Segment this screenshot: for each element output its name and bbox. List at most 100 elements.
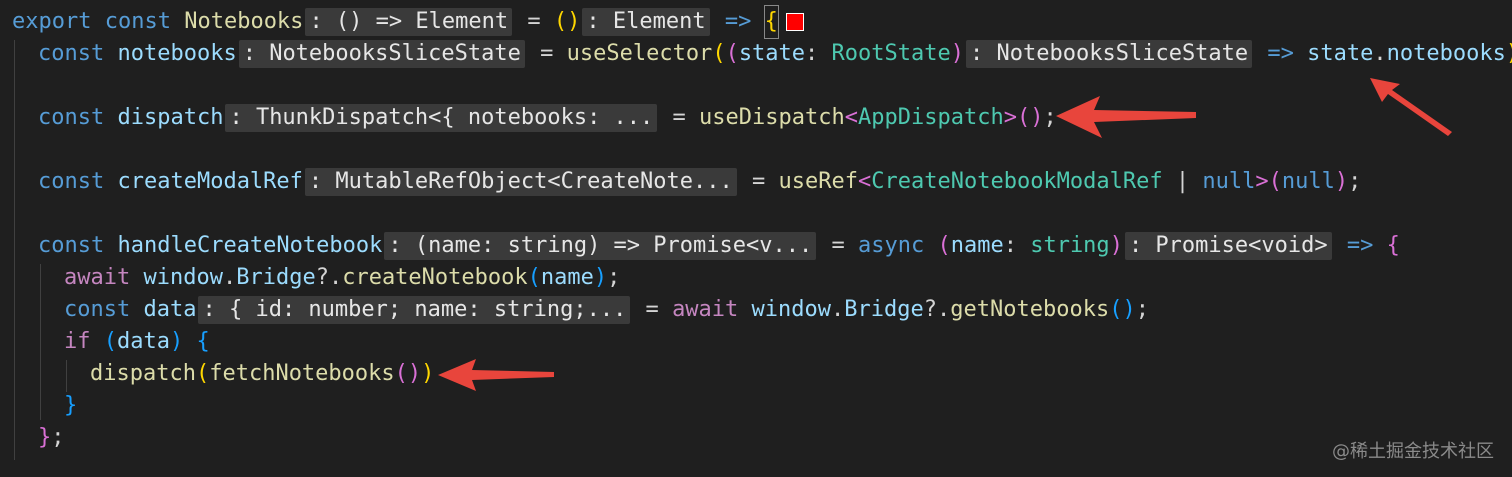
code-line-4[interactable]: const createModalRef : MutableRefObject<… [38,166,1361,198]
keyword: const [38,233,105,258]
semicolon: ; [1348,169,1362,194]
code-line-9[interactable]: dispatch ( fetchNotebooks () ) [90,358,434,390]
keyword: const [38,105,105,130]
semicolon: ; [607,265,621,290]
optional-chain: ?. [923,297,951,322]
dot: . [831,297,845,322]
function-call: useSelector [566,41,713,66]
code-line-3[interactable]: const dispatch : ThunkDispatch<{ noteboo… [38,102,1057,134]
paren: () [1109,297,1136,322]
inlay-type-hint: : Element [582,8,710,36]
brace: { [196,329,210,354]
inlay-type-hint: : NotebooksSliceState [966,40,1253,68]
code-line-5[interactable]: const handleCreateNotebook : (name: stri… [38,230,1400,262]
angle-bracket: < [844,105,858,130]
argument: name [540,265,594,290]
inlay-type-hint: : ThunkDispatch<{ notebooks: ... [225,104,658,132]
property: Bridge [844,297,924,322]
identifier: Notebooks [184,9,304,34]
identifier: dispatch [117,105,224,130]
keyword: const [64,297,131,322]
operator: = [632,297,673,322]
inlay-type-hint: : NotebooksSliceState [238,40,525,68]
inlay-type-hint: : () => Element [305,8,513,36]
identifier: handleCreateNotebook [117,233,383,258]
identifier: notebooks [117,41,237,66]
angle-bracket: > [1255,169,1269,194]
function-call: getNotebooks [950,297,1110,322]
code-line-6[interactable]: await window . Bridge ?. createNotebook … [64,262,620,294]
dot: . [222,265,237,290]
code-editor[interactable]: export const Notebooks : () => Element =… [0,0,1512,477]
paren: ( [1268,169,1282,194]
annotation-arrow-icon [438,359,554,391]
code-line-1[interactable]: export const Notebooks : () => Element =… [12,5,804,39]
code-line-8[interactable]: if ( data ) { [64,326,210,358]
identifier: window [143,265,223,290]
identifier: window [751,297,832,322]
arrow-operator: => [724,9,752,34]
code-line-11[interactable]: } ; [38,422,65,454]
indent-guide [14,40,15,460]
function-call: dispatch [90,361,196,386]
type: CreateNotebookModalRef [871,169,1163,194]
keyword: null [1202,169,1256,194]
paren: ) [593,265,608,290]
paren: () [1016,105,1044,130]
identifier: data [143,297,197,322]
code-line-2[interactable]: const notebooks : NotebooksSliceState = … [38,38,1512,70]
paren: ) [1506,38,1512,70]
keyword: const [104,9,171,34]
type: RootState [831,41,951,66]
keyword: async [857,233,925,258]
semicolon: ; [51,425,65,450]
angle-bracket: > [1003,105,1017,130]
function-call: useRef [778,169,858,194]
brace: } [38,425,52,450]
property: Bridge [236,265,316,290]
operator: = [526,41,567,66]
keyword: const [38,41,105,66]
operator: = [514,9,554,34]
keyword: export [12,9,92,34]
keyword: if [64,329,91,354]
code-line-10[interactable]: } [64,390,77,422]
brace: { [763,5,779,39]
union-bar: | [1162,169,1203,194]
paren: ) [1109,233,1123,258]
paren: ( [712,41,726,66]
paren: () [553,9,581,34]
function-call: fetchNotebooks [209,361,395,386]
brace: } [64,393,78,418]
keyword: null [1281,169,1335,194]
inlay-type-hint: : (name: string) => Promise<v... [384,232,817,260]
annotation-arrow-icon [1370,78,1452,136]
paren: ) [169,329,184,354]
paren: ( [725,41,739,66]
parameter: state [738,41,806,66]
identifier: state [1307,41,1374,66]
keyword: const [38,169,105,194]
angle-bracket: < [858,169,872,194]
semicolon: ; [1135,297,1149,322]
operator: = [659,105,700,130]
watermark: @稀土掘金技术社区 [1332,441,1494,462]
inlay-type-hint: : Promise<void> [1124,232,1332,260]
colon: : [805,41,832,66]
dot: . [1373,41,1387,66]
indent-guide [40,264,41,420]
operator: = [738,169,779,194]
parameter: name [950,233,1004,258]
color-swatch-icon[interactable] [785,13,804,31]
paren: () [394,361,422,386]
code-line-7[interactable]: const data : { id: number; name: string;… [64,294,1149,326]
paren: ( [937,233,951,258]
paren: ( [195,361,210,386]
arrow-operator: => [1346,233,1374,258]
identifier: data [117,329,170,354]
type: string [1030,233,1110,258]
annotation-arrow-icon [1056,96,1196,138]
property: notebooks [1386,41,1506,66]
keyword: await [64,265,131,290]
type: AppDispatch [858,105,1004,130]
